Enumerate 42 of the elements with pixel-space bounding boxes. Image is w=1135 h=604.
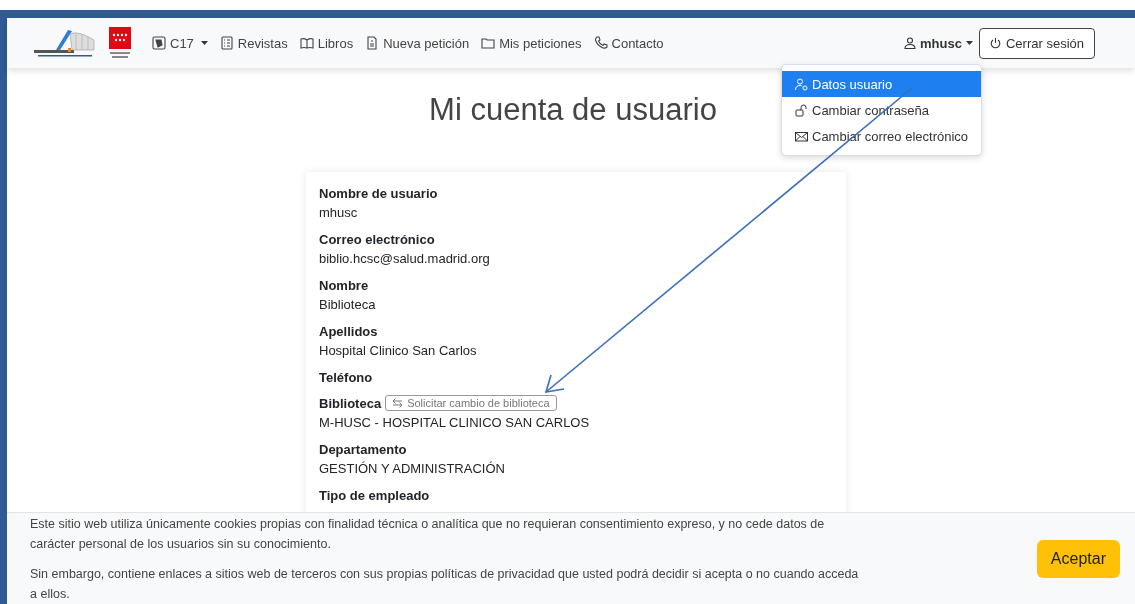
nav-link[interactable]: C17 (152, 35, 208, 51)
menu-item[interactable]: Datos usuario (782, 71, 981, 97)
region-logo (108, 26, 132, 60)
cookie-text: Sin embargo, contiene enlaces a sitios web de terceros con sus propias políticas de privacidad que usted podrá decidir si acepta o no cuando acceda a ellos. (30, 565, 860, 603)
phone-icon (593, 36, 608, 50)
field-label: Nombre de usuario (319, 185, 438, 201)
field-value: biblio.hcsc@salud.madrid.org (319, 250, 491, 268)
envelope-icon (795, 129, 808, 143)
user-menu-toggle[interactable]: mhusc (904, 35, 973, 51)
page-title: Mi cuenta de usuario (428, 92, 717, 128)
accept-button[interactable]: Aceptar (1036, 539, 1120, 578)
swap-icon (392, 398, 404, 408)
book-icon (299, 36, 314, 50)
logout-button[interactable]: Cerrar sesión (978, 27, 1095, 59)
nav-link[interactable]: Revistas (219, 35, 288, 51)
caret-icon (965, 41, 973, 45)
user-settings-icon (795, 77, 808, 91)
field-value: GESTIÓN Y ADMINISTRACIÓN (319, 460, 506, 478)
nav-link[interactable]: Mis peticiones (481, 35, 582, 51)
user-icon (904, 37, 917, 49)
change-library-button[interactable]: Solicitar cambio de biblioteca (385, 395, 557, 411)
list-icon (219, 36, 234, 50)
field-label: Biblioteca (319, 395, 382, 411)
power-icon (989, 37, 1001, 49)
field-value: Hospital Clinico San Carlos (319, 342, 478, 360)
unlock-icon (795, 103, 808, 117)
cookie-text: Este sitio web utiliza únicamente cookies propias con finalidad técnica o analítica que no requieran consentimiento expreso, y no cede datos de carácter personal de los usuarios sin su conocimiento. (30, 515, 826, 553)
folder-icon (481, 36, 496, 50)
nav-link[interactable]: Contacto (593, 35, 664, 51)
document-icon (365, 36, 380, 50)
field-value: mhusc (319, 204, 359, 222)
field-value: Biblioteca (319, 296, 377, 314)
nav-link[interactable]: Libros (299, 35, 354, 51)
badge-icon (152, 36, 166, 50)
field-label: Tipo de empleado (319, 487, 430, 503)
field-label: Nombre (319, 277, 369, 293)
field-label: Departamento (319, 441, 407, 457)
field-label: Correo electrónico (319, 231, 435, 247)
field-label: Apellidos (319, 323, 378, 339)
field-label: Teléfono (319, 369, 373, 385)
field-value: M-HUSC - HOSPITAL CLINICO SAN CARLOS (319, 414, 591, 432)
nav-link[interactable]: Nueva petición (365, 35, 470, 51)
